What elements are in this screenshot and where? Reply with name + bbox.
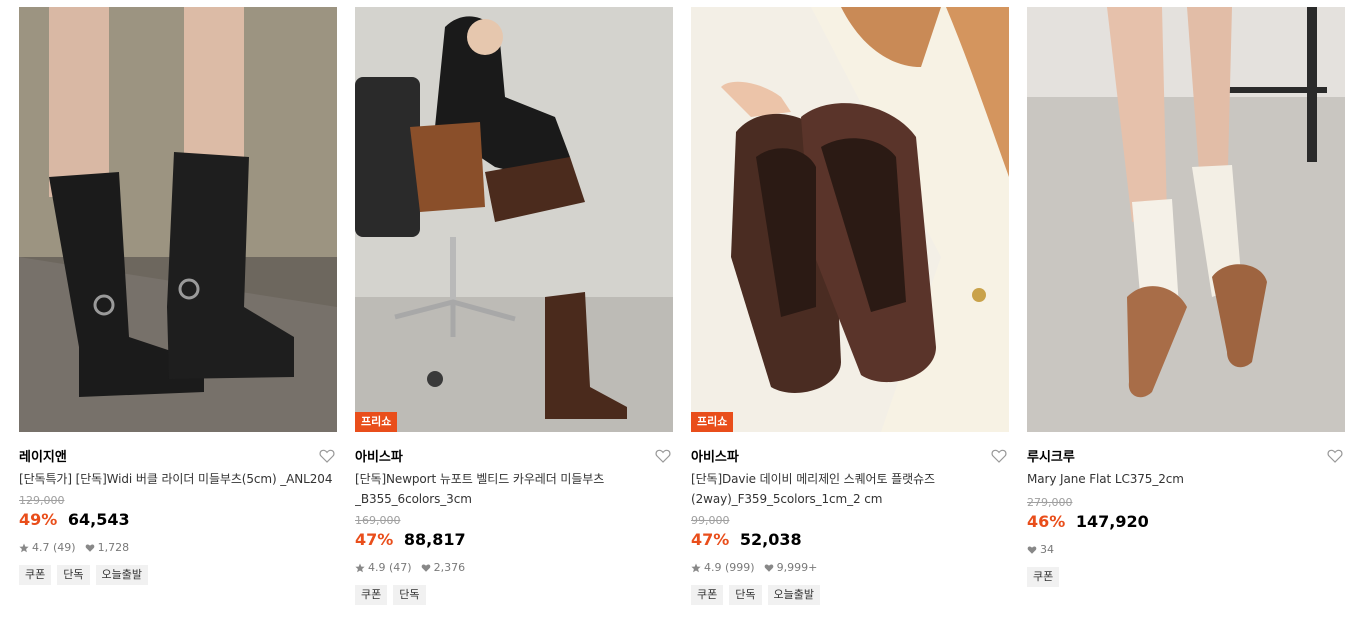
- sale-price: 64,543: [67, 510, 130, 529]
- discount-rate: 46%: [1027, 512, 1066, 531]
- price-row: 46% 147,920: [1027, 511, 1345, 533]
- tag: 단독: [393, 585, 426, 605]
- product-stats: 4.9 (47) 2,376: [355, 560, 673, 576]
- brand-name[interactable]: 레이지앤: [19, 450, 67, 465]
- tag-list: 쿠폰 단독 오늘출발: [19, 565, 337, 585]
- product-image[interactable]: 프리쇼: [691, 7, 1009, 432]
- product-title[interactable]: [단독]Davie 데이비 메리제인 스퀘어토 플랫슈즈(2way)_F359_…: [691, 469, 1009, 509]
- heart-outline-icon[interactable]: [319, 448, 335, 464]
- badge: 프리쇼: [355, 411, 398, 432]
- sale-price: 147,920: [1075, 512, 1149, 531]
- tag: 쿠폰: [1027, 567, 1060, 587]
- tag: 쿠폰: [691, 585, 724, 605]
- like-count: 2,376: [433, 561, 466, 574]
- product-title[interactable]: [단독]Newport 뉴포트 벨티드 카우레더 미들부츠 _B355_6col…: [355, 469, 673, 509]
- product-card[interactable]: 프리쇼 아비스파 [단독]Newport 뉴포트 벨티드 카우레더 미들부츠 _…: [355, 7, 673, 605]
- likes: 1,728: [85, 540, 130, 556]
- original-price: 99,000: [691, 514, 730, 527]
- price-row: 49% 64,543: [19, 509, 337, 531]
- original-price: 279,000: [1027, 496, 1073, 509]
- original-price: 129,000: [19, 494, 65, 507]
- product-image[interactable]: [19, 7, 337, 432]
- rating: 4.9 (47): [355, 560, 412, 576]
- tag: 단독: [729, 585, 762, 605]
- review-count: (47): [389, 561, 412, 574]
- heart-filled-icon: [764, 564, 773, 572]
- tag: 단독: [57, 565, 90, 585]
- tag: 오늘출발: [95, 565, 148, 585]
- product-grid: 레이지앤 [단독특가] [단독]Widi 버클 라이더 미들부츠(5cm) _A…: [0, 0, 1358, 625]
- tag: 오늘출발: [767, 585, 820, 605]
- product-title[interactable]: [단독특가] [단독]Widi 버클 라이더 미들부츠(5cm) _ANL204: [19, 469, 337, 489]
- rating-value: 4.7: [32, 541, 50, 554]
- product-stats: 4.9 (999) 9,999+: [691, 560, 1009, 576]
- brand-name[interactable]: 아비스파: [355, 450, 403, 465]
- product-stats: 34: [1027, 542, 1345, 558]
- badge: 프리쇼: [691, 411, 734, 432]
- heart-outline-icon[interactable]: [655, 448, 671, 464]
- star-icon: [355, 563, 365, 573]
- heart-filled-icon: [85, 544, 94, 552]
- product-image[interactable]: 프리쇼: [355, 7, 673, 432]
- tag-list: 쿠폰 단독: [355, 585, 673, 605]
- review-count: (49): [53, 541, 76, 554]
- product-card[interactable]: 레이지앤 [단독특가] [단독]Widi 버클 라이더 미들부츠(5cm) _A…: [19, 7, 337, 585]
- product-card[interactable]: 프리쇼 아비스파 [단독]Davie 데이비 메리제인 스퀘어토 플랫슈즈(2w…: [691, 7, 1009, 605]
- tag-list: 쿠폰 단독 오늘출발: [691, 585, 1009, 605]
- tag: 쿠폰: [355, 585, 388, 605]
- heart-filled-icon: [421, 564, 430, 572]
- sale-price: 52,038: [739, 530, 802, 549]
- star-icon: [691, 563, 701, 573]
- discount-rate: 49%: [19, 510, 58, 529]
- heart-outline-icon[interactable]: [991, 448, 1007, 464]
- price-row: 47% 88,817: [355, 529, 673, 551]
- star-icon: [19, 543, 29, 553]
- product-image[interactable]: [1027, 7, 1345, 432]
- rating-value: 4.9: [704, 561, 722, 574]
- likes: 9,999+: [764, 560, 818, 576]
- brand-name[interactable]: 아비스파: [691, 450, 739, 465]
- like-count: 1,728: [97, 541, 130, 554]
- product-stats: 4.7 (49) 1,728: [19, 540, 337, 556]
- product-card[interactable]: 루시크루 Mary Jane Flat LC375_2cm 279,000 46…: [1027, 7, 1345, 587]
- discount-rate: 47%: [691, 530, 730, 549]
- brand-name[interactable]: 루시크루: [1027, 450, 1075, 465]
- rating-value: 4.9: [368, 561, 386, 574]
- tag: 쿠폰: [19, 565, 52, 585]
- price-row: 47% 52,038: [691, 529, 1009, 551]
- review-count: (999): [725, 561, 755, 574]
- rating: 4.7 (49): [19, 540, 76, 556]
- likes: 2,376: [421, 560, 466, 576]
- original-price: 169,000: [355, 514, 401, 527]
- heart-outline-icon[interactable]: [1327, 448, 1343, 464]
- tag-list: 쿠폰: [1027, 567, 1345, 587]
- discount-rate: 47%: [355, 530, 394, 549]
- product-title[interactable]: Mary Jane Flat LC375_2cm: [1027, 469, 1345, 489]
- rating: 4.9 (999): [691, 560, 755, 576]
- like-count: 34: [1040, 543, 1054, 556]
- like-count: 9,999+: [776, 561, 818, 574]
- heart-filled-icon: [1027, 546, 1037, 554]
- sale-price: 88,817: [403, 530, 466, 549]
- likes: 34: [1027, 542, 1054, 558]
